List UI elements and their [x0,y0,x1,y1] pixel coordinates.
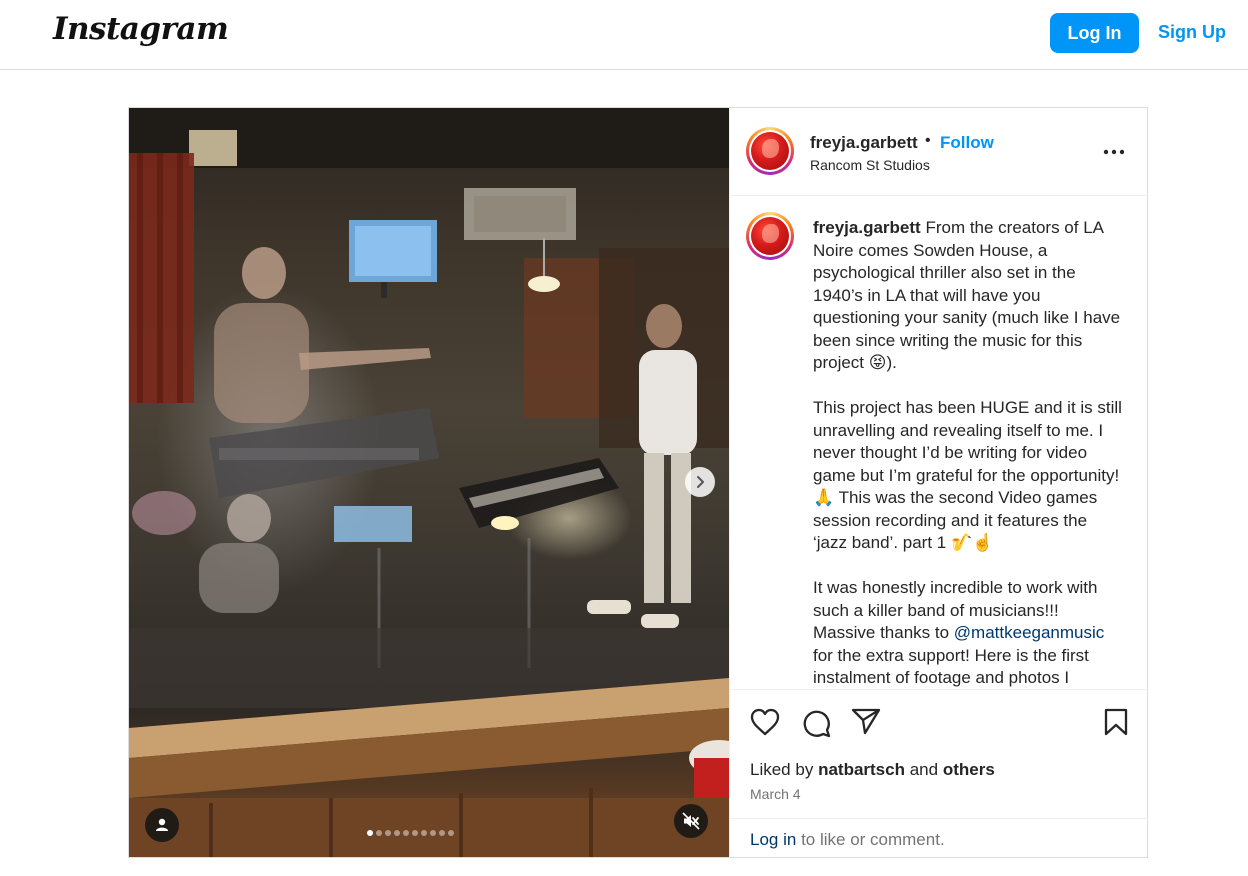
carousel-dot [376,830,382,836]
carousel-dot [385,830,391,836]
sign-up-link[interactable]: Sign Up [1158,22,1226,43]
caption-author-avatar[interactable] [746,212,794,260]
carousel-dot-active [367,830,373,836]
caption-paragraph-1: From the creators of LA Noire comes Sowd… [813,218,1121,372]
log-in-link[interactable]: Log in [750,830,796,849]
header-separator: • [925,132,931,149]
post-media-photo[interactable] [129,108,729,857]
tagged-users-button[interactable] [145,808,179,842]
carousel-dot [412,830,418,836]
like-heart-icon[interactable] [750,708,780,736]
log-in-button[interactable]: Log In [1050,13,1139,53]
share-icon[interactable] [851,707,881,735]
caption-username[interactable]: freyja.garbett [813,218,921,237]
liked-others-link[interactable]: others [943,760,995,779]
user-tag-icon [156,818,168,831]
more-options-button[interactable] [1100,140,1128,164]
caption-text: freyja.garbett From the creators of LA N… [813,217,1123,689]
caption-paragraph-3c: for the extra support! Here is the first… [813,645,1089,688]
caption-paragraph-3: It was honestly incredible to work with … [813,578,1098,620]
liked-by-text: Liked by natbartsch and others [750,760,995,780]
liked-prefix: Liked by [750,760,814,779]
post-card: freyja.garbett • Follow Rancom St Studio… [128,107,1148,858]
liked-and: and [909,760,939,779]
carousel-dot [394,830,400,836]
liked-user-link[interactable]: natbartsch [818,760,905,779]
next-arrow-icon [697,476,704,488]
mute-icon [682,812,700,830]
comment-prompt-text: to like or comment. [801,830,945,849]
follow-button[interactable]: Follow [940,133,994,153]
carousel-dot [448,830,454,836]
carousel-dot [421,830,427,836]
more-options-icon [1103,149,1125,155]
studio-photo-scene [129,108,729,857]
save-bookmark-icon[interactable] [1103,708,1129,736]
audio-mute-button[interactable] [674,804,708,838]
carousel-dot [439,830,445,836]
post-details-panel: freyja.garbett • Follow Rancom St Studio… [729,108,1148,857]
location-link[interactable]: Rancom St Studios [810,157,930,173]
instagram-logo[interactable]: Instagram [53,11,229,47]
caption-paragraph-3b: Massive thanks to [813,623,950,642]
post-header: freyja.garbett • Follow Rancom St Studio… [730,108,1148,196]
carousel-dot [403,830,409,836]
author-avatar[interactable] [746,127,794,175]
comment-icon[interactable] [801,708,831,738]
carousel-dot [430,830,436,836]
author-username[interactable]: freyja.garbett [810,133,918,153]
post-actions: Liked by natbartsch and others March 4 [730,689,1148,819]
top-navigation-bar: Instagram Log In Sign Up [0,0,1248,70]
mention-link[interactable]: @mattkeeganmusic [954,623,1105,642]
caption-paragraph-2: This project has been HUGE and it is sti… [813,398,1122,552]
post-date[interactable]: March 4 [750,786,801,802]
carousel-indicator [367,830,454,836]
next-slide-button[interactable] [685,467,715,497]
caption-section: freyja.garbett From the creators of LA N… [730,197,1148,689]
comment-prompt: Log in to like or comment. [730,818,1148,857]
